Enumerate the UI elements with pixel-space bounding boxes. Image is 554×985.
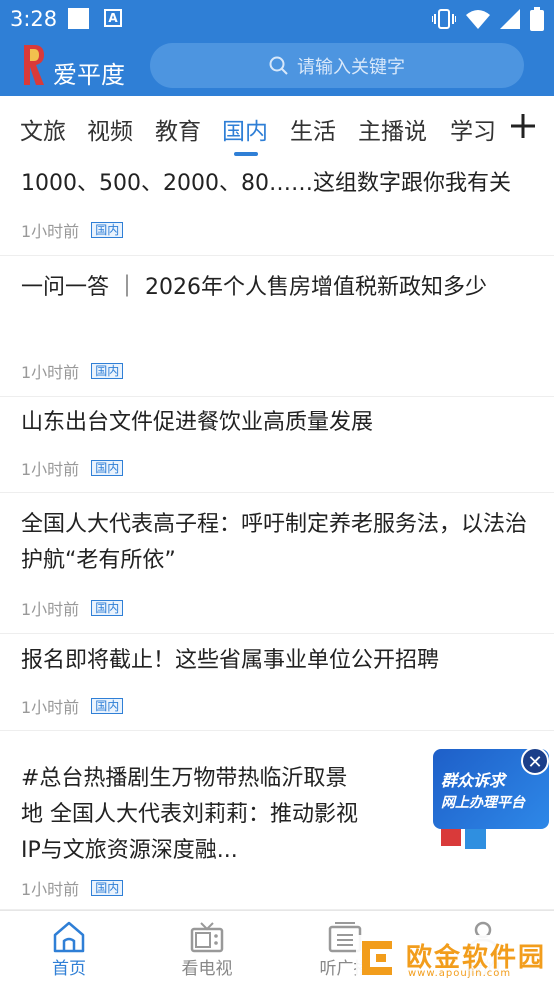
news-item[interactable]: 山东出台文件促进餐饮业高质量发展 1小时前 国内	[0, 397, 554, 493]
news-item[interactable]: 全国人大代表高子程：呼吁制定养老服务法，以法治护航“老有所依” 1小时前 国内	[0, 493, 554, 634]
nav-home-label: 首页	[52, 959, 86, 979]
news-time: 1小时前	[21, 698, 80, 717]
app-logo-icon	[24, 45, 44, 85]
news-tag: 国内	[91, 363, 124, 379]
news-title: 1000、500、2000、80……这组数字跟你我有关	[21, 171, 511, 196]
banner-line1: 群众诉求	[441, 771, 506, 790]
news-meta: 1小时前 国内	[21, 456, 124, 480]
news-tag: 国内	[91, 222, 124, 238]
status-bar: 3:28 A	[0, 0, 554, 38]
nav-home[interactable]: 首页	[0, 911, 138, 985]
nav-tv[interactable]: 看电视	[138, 911, 276, 985]
news-meta: 1小时前 国内	[21, 218, 124, 242]
news-time: 1小时前	[21, 600, 80, 619]
news-title: #总台热播剧生万物带热临沂取景地 全国人大代表刘莉莉：推动影视IP与文旅资源深度…	[21, 766, 358, 863]
watermark-url: www.apoujin.com	[408, 968, 512, 979]
news-time: 1小时前	[21, 363, 80, 382]
news-title: 报名即将截止！这些省属事业单位公开招聘	[21, 648, 440, 673]
news-title: 全国人大代表高子程：呼吁制定养老服务法，以法治护航“老有所依”	[21, 512, 528, 573]
wifi-icon	[466, 10, 490, 29]
tab-study[interactable]: 学习	[450, 112, 496, 146]
search-placeholder: 请输入关键字	[297, 56, 405, 78]
news-time: 1小时前	[21, 222, 80, 241]
tab-anchor[interactable]: 主播说	[358, 112, 427, 146]
search-icon	[269, 56, 288, 75]
site-watermark: 欧金软件园 www.apoujin.com	[356, 935, 548, 982]
news-time: 1小时前	[21, 880, 80, 899]
news-meta: 1小时前 国内	[21, 876, 124, 900]
news-tag: 国内	[91, 698, 124, 714]
tab-domestic[interactable]: 国内	[222, 112, 268, 146]
news-time: 1小时前	[21, 460, 80, 479]
signal-icon	[500, 9, 520, 29]
app-name: 爱平度	[53, 61, 125, 89]
app-header: 爱平度 请输入关键字	[0, 38, 554, 96]
vibrate-icon	[432, 9, 456, 29]
banner-line2: 网上办理平台	[441, 795, 525, 811]
news-meta: 1小时前 国内	[21, 359, 124, 383]
tab-education[interactable]: 教育	[155, 112, 201, 146]
home-icon	[53, 921, 85, 953]
news-title: 一问一答 ｜ 2026年个人售房增值税新政知多少	[21, 275, 487, 300]
news-tag: 国内	[91, 880, 124, 896]
battery-icon	[530, 7, 544, 31]
watermark-logo-icon	[362, 941, 392, 975]
keyboard-notification-icon: A	[104, 9, 122, 27]
category-tabs: 文旅 视频 教育 国内 生活 主播说 学习	[0, 96, 554, 158]
search-bar[interactable]: 请输入关键字	[150, 43, 524, 88]
news-item[interactable]: 1000、500、2000、80……这组数字跟你我有关 1小时前 国内	[0, 158, 554, 256]
news-item[interactable]: 一问一答 ｜ 2026年个人售房增值税新政知多少 1小时前 国内	[0, 256, 554, 397]
news-tag: 国内	[91, 600, 124, 616]
active-tab-indicator	[234, 152, 258, 156]
news-item[interactable]: 报名即将截止！这些省属事业单位公开招聘 1小时前 国内	[0, 634, 554, 731]
tab-wenlv[interactable]: 文旅	[20, 112, 66, 146]
news-tag: 国内	[91, 460, 124, 476]
news-title: 山东出台文件促进餐饮业高质量发展	[21, 410, 374, 435]
add-tab-icon[interactable]	[509, 112, 537, 140]
tab-video[interactable]: 视频	[87, 112, 133, 146]
nav-tv-label: 看电视	[181, 959, 233, 979]
status-time: 3:28	[10, 7, 58, 31]
tab-life[interactable]: 生活	[290, 112, 336, 146]
tv-icon	[190, 922, 224, 953]
notification-icon	[68, 8, 89, 29]
close-icon[interactable]: ✕	[521, 747, 549, 775]
news-meta: 1小时前 国内	[21, 596, 124, 620]
news-meta: 1小时前 国内	[21, 694, 124, 718]
